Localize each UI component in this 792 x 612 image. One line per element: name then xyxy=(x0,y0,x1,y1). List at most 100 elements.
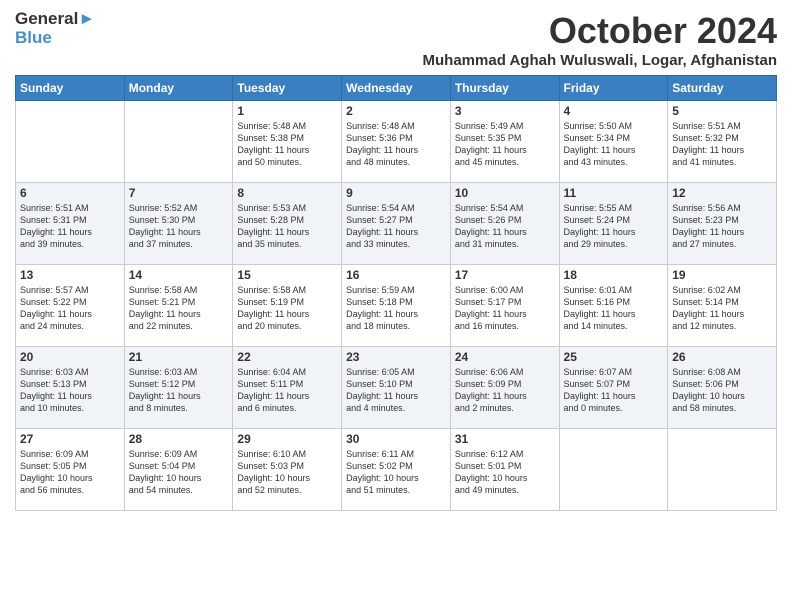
day-number: 7 xyxy=(129,186,229,200)
col-friday: Friday xyxy=(559,76,668,101)
cell-0-4: 3 Sunrise: 5:49 AM Sunset: 5:35 PM Daylig… xyxy=(450,101,559,183)
cell-4-0: 27 Sunrise: 6:09 AM Sunset: 5:05 PM Dayli… xyxy=(16,429,125,511)
day-number: 9 xyxy=(346,186,446,200)
page: General► Blue October 2024 Muhammad Agha… xyxy=(0,0,792,612)
day-number: 30 xyxy=(346,432,446,446)
cell-text: Sunrise: 6:02 AM Sunset: 5:14 PM Dayligh… xyxy=(672,284,772,333)
day-number: 13 xyxy=(20,268,120,282)
cell-text: Sunrise: 6:09 AM Sunset: 5:04 PM Dayligh… xyxy=(129,448,229,497)
cell-1-3: 9 Sunrise: 5:54 AM Sunset: 5:27 PM Daylig… xyxy=(342,183,451,265)
cell-4-3: 30 Sunrise: 6:11 AM Sunset: 5:02 PM Dayli… xyxy=(342,429,451,511)
cell-text: Sunrise: 5:59 AM Sunset: 5:18 PM Dayligh… xyxy=(346,284,446,333)
cell-4-5 xyxy=(559,429,668,511)
day-number: 18 xyxy=(564,268,664,282)
cell-0-2: 1 Sunrise: 5:48 AM Sunset: 5:38 PM Daylig… xyxy=(233,101,342,183)
cell-1-2: 8 Sunrise: 5:53 AM Sunset: 5:28 PM Daylig… xyxy=(233,183,342,265)
cell-text: Sunrise: 5:51 AM Sunset: 5:31 PM Dayligh… xyxy=(20,202,120,251)
location-title: Muhammad Aghah Wuluswali, Logar, Afghani… xyxy=(423,52,777,69)
cell-0-0 xyxy=(16,101,125,183)
cell-1-6: 12 Sunrise: 5:56 AM Sunset: 5:23 PM Dayli… xyxy=(668,183,777,265)
cell-text: Sunrise: 5:52 AM Sunset: 5:30 PM Dayligh… xyxy=(129,202,229,251)
day-number: 6 xyxy=(20,186,120,200)
cell-text: Sunrise: 5:51 AM Sunset: 5:32 PM Dayligh… xyxy=(672,120,772,169)
cell-text: Sunrise: 6:08 AM Sunset: 5:06 PM Dayligh… xyxy=(672,366,772,415)
day-number: 17 xyxy=(455,268,555,282)
cell-text: Sunrise: 6:10 AM Sunset: 5:03 PM Dayligh… xyxy=(237,448,337,497)
day-number: 12 xyxy=(672,186,772,200)
cell-0-1 xyxy=(124,101,233,183)
col-saturday: Saturday xyxy=(668,76,777,101)
cell-2-4: 17Sunrise: 6:00 AM Sunset: 5:17 PM Dayli… xyxy=(450,265,559,347)
week-row-0: 1 Sunrise: 5:48 AM Sunset: 5:38 PM Daylig… xyxy=(16,101,777,183)
cell-1-5: 11 Sunrise: 5:55 AM Sunset: 5:24 PM Dayli… xyxy=(559,183,668,265)
cell-3-0: 20Sunrise: 6:03 AM Sunset: 5:13 PM Dayli… xyxy=(16,347,125,429)
cell-3-2: 22 Sunrise: 6:04 AM Sunset: 5:11 PM Dayli… xyxy=(233,347,342,429)
cell-2-1: 14Sunrise: 5:58 AM Sunset: 5:21 PM Dayli… xyxy=(124,265,233,347)
cell-1-1: 7 Sunrise: 5:52 AM Sunset: 5:30 PM Daylig… xyxy=(124,183,233,265)
day-number: 29 xyxy=(237,432,337,446)
cell-text: Sunrise: 6:05 AM Sunset: 5:10 PM Dayligh… xyxy=(346,366,446,415)
day-number: 15 xyxy=(237,268,337,282)
cell-text: Sunrise: 5:48 AM Sunset: 5:38 PM Dayligh… xyxy=(237,120,337,169)
cell-0-3: 2 Sunrise: 5:48 AM Sunset: 5:36 PM Daylig… xyxy=(342,101,451,183)
cell-4-4: 31 Sunrise: 6:12 AM Sunset: 5:01 PM Dayli… xyxy=(450,429,559,511)
cell-3-1: 21Sunrise: 6:03 AM Sunset: 5:12 PM Dayli… xyxy=(124,347,233,429)
day-number: 2 xyxy=(346,104,446,118)
cell-4-2: 29 Sunrise: 6:10 AM Sunset: 5:03 PM Dayli… xyxy=(233,429,342,511)
col-tuesday: Tuesday xyxy=(233,76,342,101)
week-row-3: 20Sunrise: 6:03 AM Sunset: 5:13 PM Dayli… xyxy=(16,347,777,429)
cell-text: Sunrise: 6:06 AM Sunset: 5:09 PM Dayligh… xyxy=(455,366,555,415)
day-number: 25 xyxy=(564,350,664,364)
col-monday: Monday xyxy=(124,76,233,101)
cell-text: Sunrise: 6:07 AM Sunset: 5:07 PM Dayligh… xyxy=(564,366,664,415)
day-number: 27 xyxy=(20,432,120,446)
cell-2-6: 19 Sunrise: 6:02 AM Sunset: 5:14 PM Dayli… xyxy=(668,265,777,347)
cell-3-5: 25 Sunrise: 6:07 AM Sunset: 5:07 PM Dayli… xyxy=(559,347,668,429)
cell-2-0: 13 Sunrise: 5:57 AM Sunset: 5:22 PM Dayli… xyxy=(16,265,125,347)
calendar-table: Sunday Monday Tuesday Wednesday Thursday… xyxy=(15,75,777,511)
day-number: 8 xyxy=(237,186,337,200)
day-number: 1 xyxy=(237,104,337,118)
cell-text: Sunrise: 5:58 AM Sunset: 5:21 PM Dayligh… xyxy=(129,284,229,333)
cell-text: Sunrise: 6:09 AM Sunset: 5:05 PM Dayligh… xyxy=(20,448,120,497)
logo-blue: Blue xyxy=(15,29,52,48)
day-number: 10 xyxy=(455,186,555,200)
cell-0-6: 5Sunrise: 5:51 AM Sunset: 5:32 PM Daylig… xyxy=(668,101,777,183)
cell-text: Sunrise: 6:04 AM Sunset: 5:11 PM Dayligh… xyxy=(237,366,337,415)
day-number: 19 xyxy=(672,268,772,282)
cell-text: Sunrise: 5:48 AM Sunset: 5:36 PM Dayligh… xyxy=(346,120,446,169)
cell-2-5: 18 Sunrise: 6:01 AM Sunset: 5:16 PM Dayli… xyxy=(559,265,668,347)
cell-1-0: 6 Sunrise: 5:51 AM Sunset: 5:31 PM Daylig… xyxy=(16,183,125,265)
logo-general: General xyxy=(15,9,78,28)
col-thursday: Thursday xyxy=(450,76,559,101)
cell-text: Sunrise: 6:03 AM Sunset: 5:12 PM Dayligh… xyxy=(129,366,229,415)
cell-text: Sunrise: 6:11 AM Sunset: 5:02 PM Dayligh… xyxy=(346,448,446,497)
day-number: 26 xyxy=(672,350,772,364)
title-block: October 2024 Muhammad Aghah Wuluswali, L… xyxy=(423,10,777,69)
cell-text: Sunrise: 5:49 AM Sunset: 5:35 PM Dayligh… xyxy=(455,120,555,169)
day-number: 22 xyxy=(237,350,337,364)
cell-text: Sunrise: 5:50 AM Sunset: 5:34 PM Dayligh… xyxy=(564,120,664,169)
cell-text: Sunrise: 5:57 AM Sunset: 5:22 PM Dayligh… xyxy=(20,284,120,333)
day-number: 11 xyxy=(564,186,664,200)
cell-3-6: 26 Sunrise: 6:08 AM Sunset: 5:06 PM Dayli… xyxy=(668,347,777,429)
cell-4-6 xyxy=(668,429,777,511)
header: General► Blue October 2024 Muhammad Agha… xyxy=(15,10,777,69)
cell-text: Sunrise: 5:53 AM Sunset: 5:28 PM Dayligh… xyxy=(237,202,337,251)
day-number: 4 xyxy=(564,104,664,118)
header-row: Sunday Monday Tuesday Wednesday Thursday… xyxy=(16,76,777,101)
cell-text: Sunrise: 6:12 AM Sunset: 5:01 PM Dayligh… xyxy=(455,448,555,497)
cell-text: Sunrise: 5:55 AM Sunset: 5:24 PM Dayligh… xyxy=(564,202,664,251)
cell-text: Sunrise: 5:54 AM Sunset: 5:26 PM Dayligh… xyxy=(455,202,555,251)
day-number: 3 xyxy=(455,104,555,118)
cell-0-5: 4 Sunrise: 5:50 AM Sunset: 5:34 PM Daylig… xyxy=(559,101,668,183)
week-row-1: 6 Sunrise: 5:51 AM Sunset: 5:31 PM Daylig… xyxy=(16,183,777,265)
cell-text: Sunrise: 5:54 AM Sunset: 5:27 PM Dayligh… xyxy=(346,202,446,251)
day-number: 31 xyxy=(455,432,555,446)
day-number: 16 xyxy=(346,268,446,282)
week-row-4: 27 Sunrise: 6:09 AM Sunset: 5:05 PM Dayli… xyxy=(16,429,777,511)
cell-1-4: 10 Sunrise: 5:54 AM Sunset: 5:26 PM Dayli… xyxy=(450,183,559,265)
cell-text: Sunrise: 6:01 AM Sunset: 5:16 PM Dayligh… xyxy=(564,284,664,333)
logo: General► Blue xyxy=(15,10,95,47)
cell-text: Sunrise: 5:56 AM Sunset: 5:23 PM Dayligh… xyxy=(672,202,772,251)
